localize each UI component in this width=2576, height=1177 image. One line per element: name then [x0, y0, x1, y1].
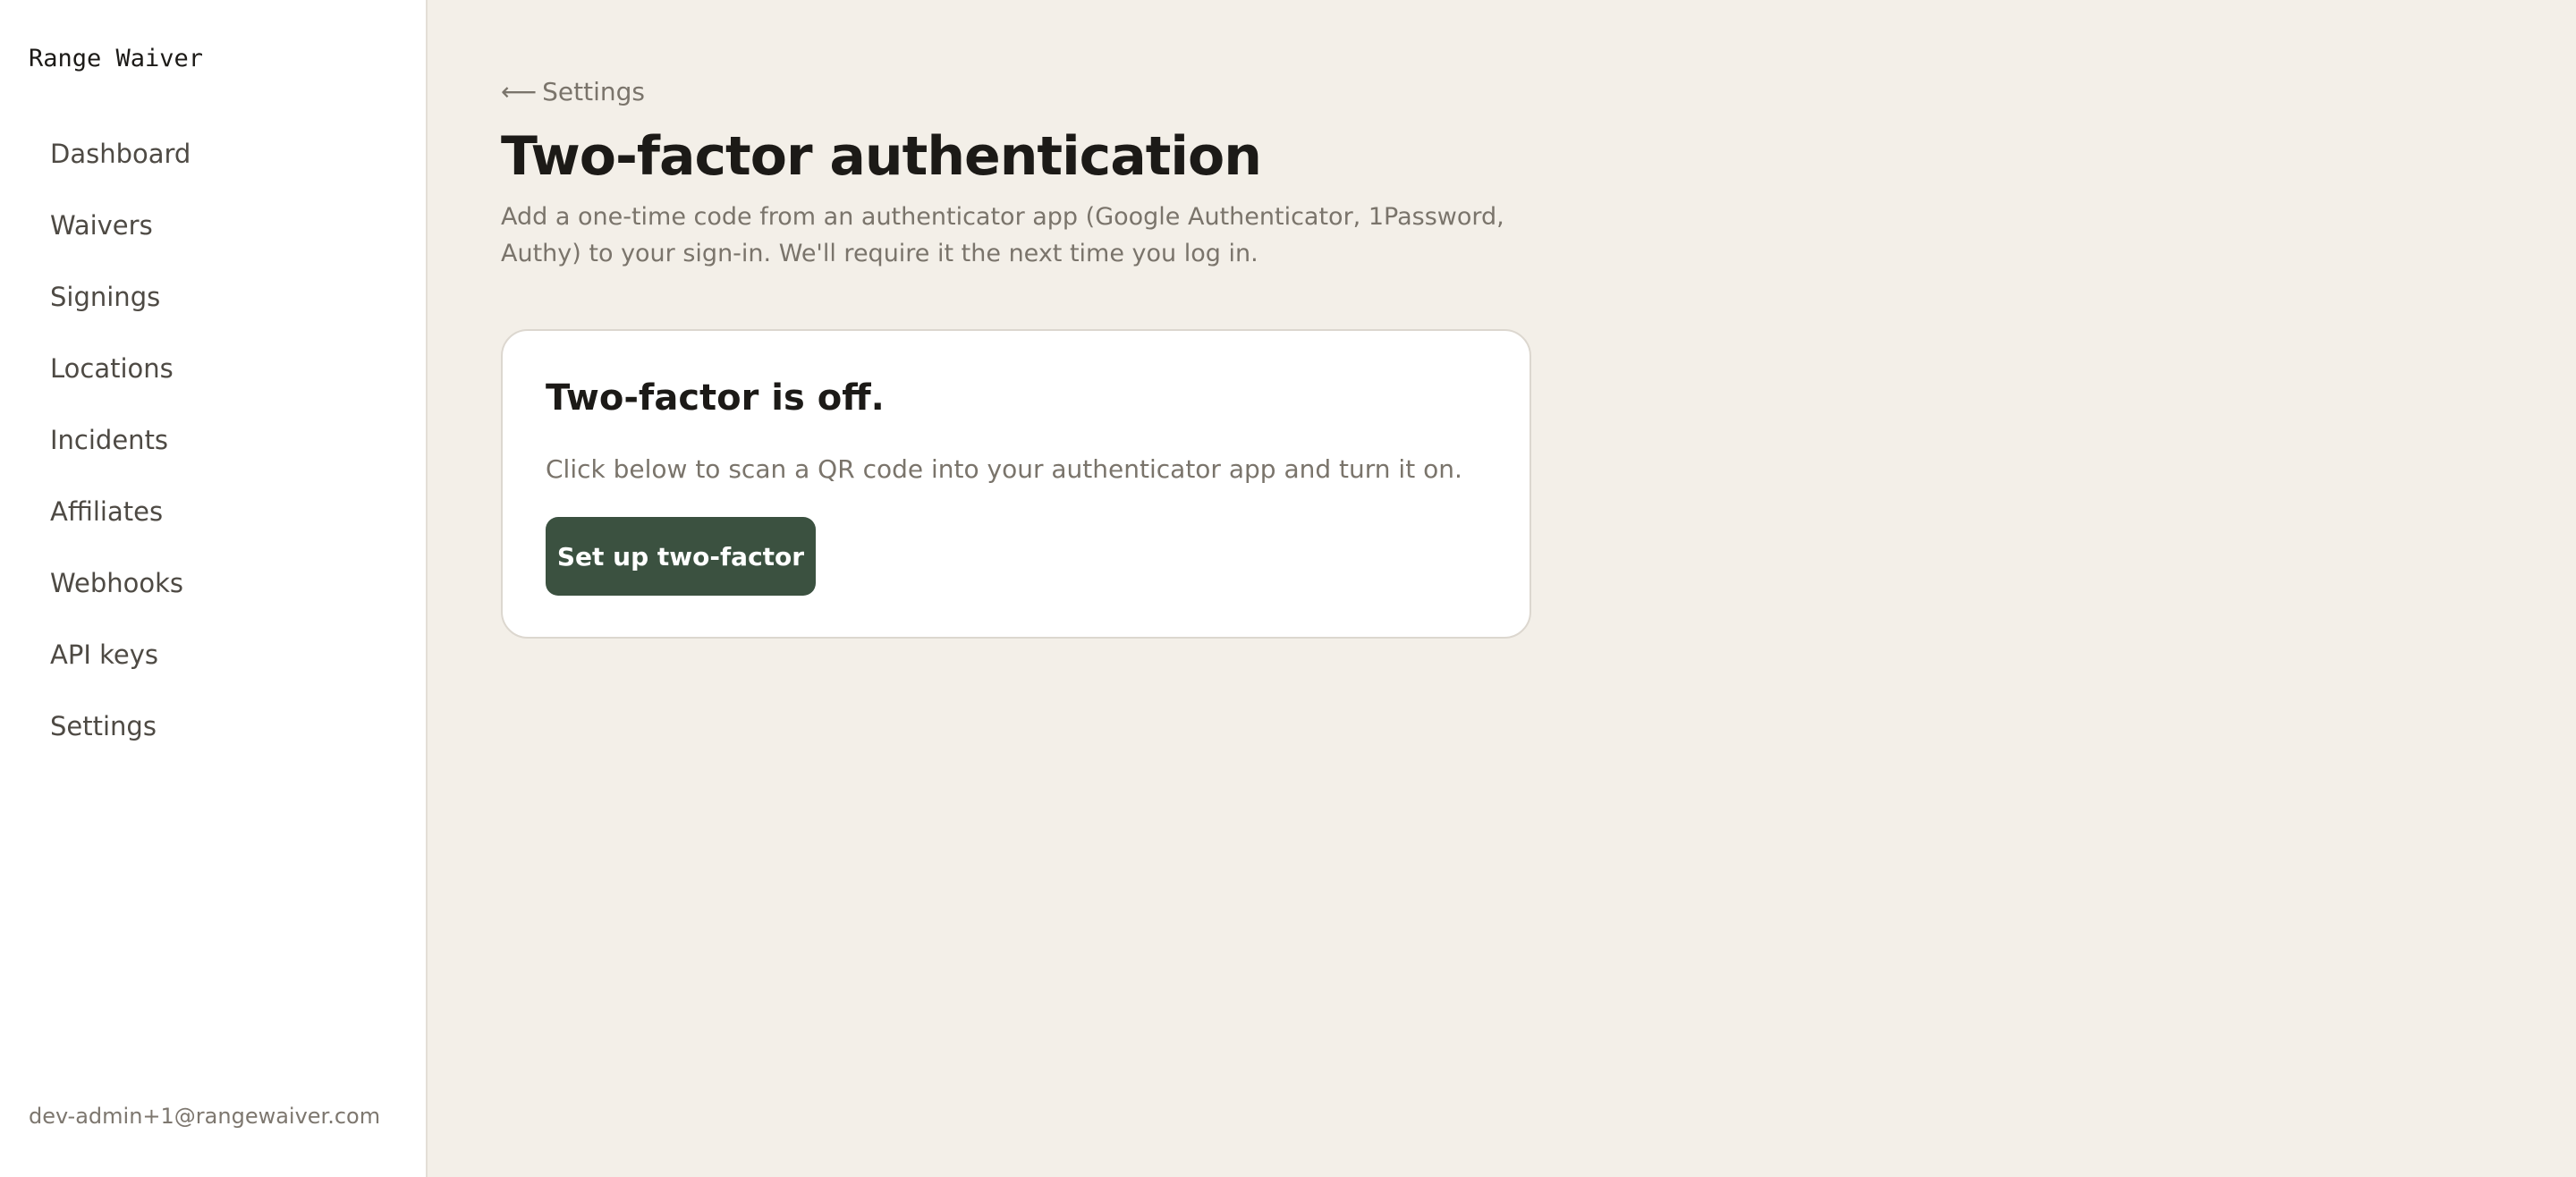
- sidebar-item-dashboard[interactable]: Dashboard: [29, 125, 404, 197]
- sidebar-item-signings[interactable]: Signings: [29, 268, 404, 340]
- back-arrow-icon: ⟵: [501, 77, 538, 106]
- sidebar-item-api-keys[interactable]: API keys: [29, 626, 404, 698]
- back-to-settings-link[interactable]: ⟵ Settings: [501, 77, 645, 106]
- app-logo[interactable]: Range Waiver: [29, 45, 203, 72]
- sidebar-item-incidents[interactable]: Incidents: [29, 411, 404, 483]
- sidebar-item-webhooks[interactable]: Webhooks: [29, 555, 404, 626]
- two-factor-status-card: Two-factor is off. Click below to scan a…: [501, 329, 1531, 639]
- page-title: Two-factor authentication: [501, 125, 1262, 188]
- user-email: dev-admin+1@rangewaiver.com: [29, 1104, 381, 1129]
- page-description: Add a one-time code from an authenticato…: [501, 203, 1504, 267]
- sidebar: Range Waiver Dashboard Waivers Signings …: [0, 0, 428, 1177]
- sidebar-item-locations[interactable]: Locations: [29, 340, 404, 411]
- sidebar-nav: Dashboard Waivers Signings Locations Inc…: [29, 125, 404, 769]
- sidebar-item-waivers[interactable]: Waivers: [29, 197, 404, 268]
- card-description: Click below to scan a QR code into your …: [546, 454, 1462, 484]
- setup-two-factor-button[interactable]: Set up two-factor: [546, 517, 816, 596]
- sidebar-item-settings[interactable]: Settings: [29, 698, 404, 769]
- card-title: Two-factor is off.: [546, 377, 885, 419]
- back-link-label: Settings: [542, 77, 645, 106]
- sidebar-item-affiliates[interactable]: Affiliates: [29, 483, 404, 555]
